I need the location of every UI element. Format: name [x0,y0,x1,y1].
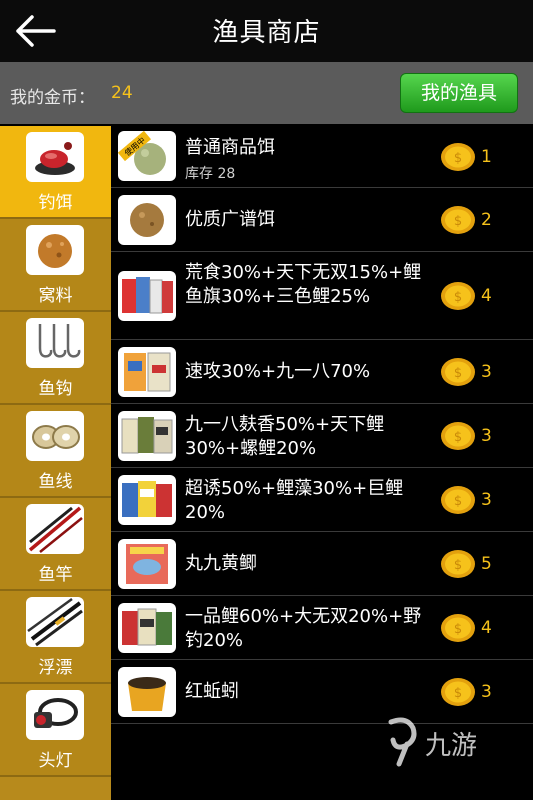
bait-ball-image [118,195,176,245]
item-name: 红蚯蚓 [185,681,239,702]
item-stock: 库存 28 [185,166,236,182]
item-price: 3 [481,682,492,702]
gold-coin-icon: $ [441,143,475,171]
sidebar-item-label: 浮漂 [38,658,73,678]
bait-pack-image [118,347,176,397]
category-sidebar: 钓饵 窝料 鱼钩 鱼线 鱼竿 浮漂 头灯 [0,126,111,800]
item-price: 1 [481,147,492,167]
gold-coin-icon: $ [441,358,475,386]
bait-pack-image [118,411,176,461]
sidebar-item-rod[interactable]: 鱼竿 [0,498,111,591]
sidebar-item-label: 鱼竿 [38,565,73,585]
list-item[interactable]: 丸九黄鲫 $ 5 [111,532,533,596]
item-name: 优质广谱饵 [185,209,275,230]
svg-text:$: $ [454,290,462,305]
float-icon [26,597,84,647]
svg-text:$: $ [454,151,462,166]
sidebar-item-label: 鱼线 [38,472,73,492]
svg-text:$: $ [454,686,462,701]
svg-text:$: $ [454,622,462,637]
sidebar-item-label: 钓饵 [38,193,73,213]
svg-text:$: $ [454,558,462,573]
page-title: 渔具商店 [212,18,321,48]
item-name: 速攻30%+九一八70% [185,361,371,382]
item-price: 3 [481,426,492,446]
item-name: 丸九黄鲫 [185,553,257,574]
gold-coin-icon: $ [441,550,475,578]
worm-cup-image [118,667,176,717]
item-price: 4 [481,286,492,306]
item-price: 3 [481,362,492,382]
bait-ball-image: 使用中 [118,131,176,181]
gold-coin-icon: $ [441,678,475,706]
gold-coin-icon: $ [441,282,475,310]
list-item[interactable]: 超诱50%+鲤藻30%+巨鲤20% $ 3 [111,468,533,532]
bait-pack-image [118,475,176,525]
bait-pack-image [118,539,176,589]
sidebar-item-label: 头灯 [38,751,73,771]
gold-coin-icon: $ [441,486,475,514]
list-item[interactable]: 使用中 普通商品饵 库存 28 $ 1 [111,126,533,188]
sidebar-item-float[interactable]: 浮漂 [0,591,111,684]
top-bar: 渔具商店 [0,0,533,62]
my-gear-button[interactable]: 我的渔具 [400,73,518,113]
fishing-rod-icon [26,504,84,554]
gold-coin-icon: $ [441,614,475,642]
svg-text:$: $ [454,494,462,509]
item-name: 一品鲤60%+大无双20%+野钓20% [185,606,422,651]
svg-text:九游: 九游 [425,731,477,761]
sidebar-item-label: 鱼钩 [38,379,73,399]
groundbait-icon [26,225,84,275]
sidebar-item-label: 窝料 [38,286,73,306]
bait-pack-image [118,603,176,653]
list-item[interactable]: 优质广谱饵 $ 2 [111,188,533,252]
item-name: 九一八麸香50%+天下鲤30%+螺鲤20% [185,414,385,459]
gold-coin-icon: $ [441,422,475,450]
list-item[interactable]: 速攻30%+九一八70% $ 3 [111,340,533,404]
sidebar-item-line[interactable]: 鱼线 [0,405,111,498]
headlamp-icon [26,690,84,740]
list-item[interactable]: 一品鲤60%+大无双20%+野钓20% $ 4 [111,596,533,660]
bait-pack-image [118,271,176,321]
item-price: 4 [481,618,492,638]
svg-text:$: $ [454,214,462,229]
svg-text:$: $ [454,430,462,445]
item-name: 普通商品饵 [185,137,275,158]
item-price: 2 [481,210,492,230]
sidebar-item-groundbait[interactable]: 窝料 [0,219,111,312]
bait-icon [26,132,84,182]
gold-coin-icon: $ [441,206,475,234]
sidebar-item-hook[interactable]: 鱼钩 [0,312,111,405]
coin-label: 我的金币： [10,88,95,108]
sidebar-item-bait[interactable]: 钓饵 [0,126,111,219]
item-price: 5 [481,554,492,574]
hook-icon [26,318,84,368]
svg-text:$: $ [454,366,462,381]
jiuyou-watermark-logo: 九游 [388,717,477,767]
list-item[interactable]: 九一八麸香50%+天下鲤30%+螺鲤20% $ 3 [111,404,533,468]
coin-value: 24 [111,83,133,103]
fishing-line-icon [26,411,84,461]
item-name: 超诱50%+鲤藻30%+巨鲤20% [185,478,404,523]
list-item[interactable]: 荒食30%+天下无双15%+鲤鱼旗30%+三色鲤25% $ 4 [111,252,533,340]
item-price: 3 [481,490,492,510]
sidebar-item-headlamp[interactable]: 头灯 [0,684,111,777]
item-name: 荒食30%+天下无双15%+鲤鱼旗30%+三色鲤25% [185,262,422,307]
